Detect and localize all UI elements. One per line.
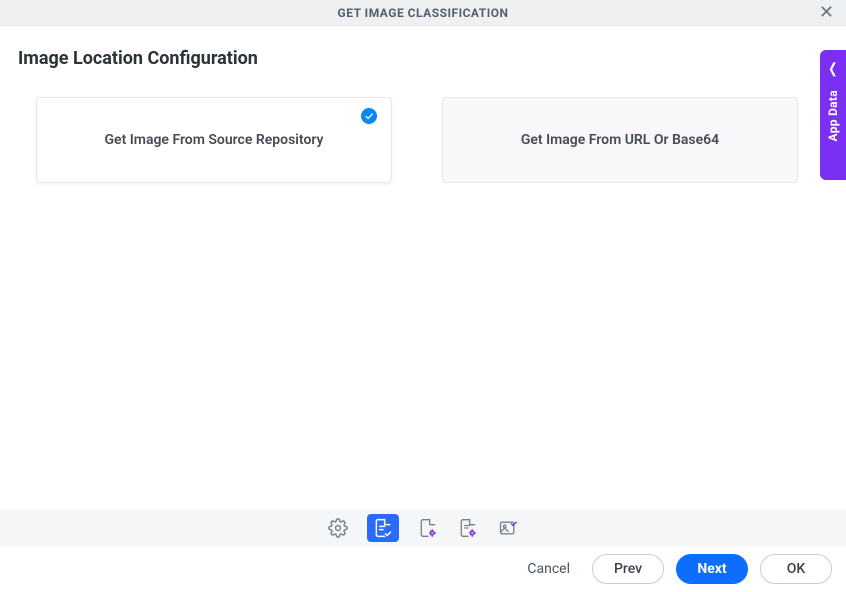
document-cog-icon[interactable]: [457, 517, 479, 539]
card-label: Get Image From URL Or Base64: [521, 132, 719, 148]
check-badge-icon: [361, 108, 377, 124]
card-label: Get Image From Source Repository: [105, 132, 324, 148]
cancel-button[interactable]: Cancel: [517, 561, 580, 577]
card-url-base64[interactable]: Get Image From URL Or Base64: [442, 97, 798, 183]
ok-button[interactable]: OK: [760, 554, 832, 584]
dialog-header: GET IMAGE CLASSIFICATION ✕: [0, 0, 846, 26]
close-icon[interactable]: ✕: [819, 4, 834, 22]
prev-button[interactable]: Prev: [592, 554, 664, 584]
document-check-icon[interactable]: [367, 514, 399, 542]
image-check-icon[interactable]: [497, 517, 519, 539]
stepper-bar: [0, 510, 846, 546]
card-source-repository[interactable]: Get Image From Source Repository: [36, 97, 392, 183]
gear-icon[interactable]: [327, 517, 349, 539]
app-data-side-tab[interactable]: ❮ App Data: [820, 50, 846, 180]
dialog-title: GET IMAGE CLASSIFICATION: [338, 6, 509, 20]
option-cards-row: Get Image From Source Repository Get Ima…: [0, 69, 846, 183]
document-gear-icon[interactable]: [417, 517, 439, 539]
footer-buttons: Cancel Prev Next OK: [0, 546, 846, 592]
chevron-left-icon: ❮: [828, 62, 837, 76]
page-title: Image Location Configuration: [0, 26, 846, 69]
app-data-label: App Data: [826, 90, 840, 141]
next-button[interactable]: Next: [676, 554, 748, 584]
